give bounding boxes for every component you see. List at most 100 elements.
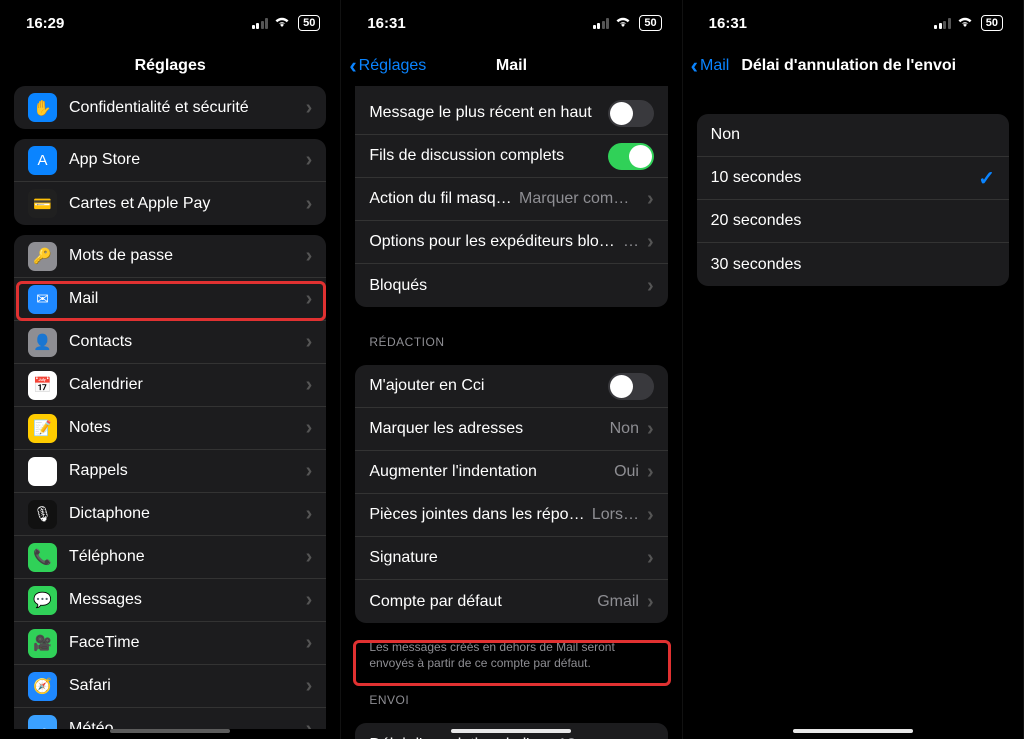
chevron-right-icon: ›: [306, 633, 313, 653]
row-detail: Lors…: [592, 506, 639, 524]
settings-row[interactable]: 💳 Cartes et Apple Pay ›: [14, 182, 326, 225]
row-label: Météo: [69, 720, 298, 729]
settings-row[interactable]: Bloqués ›: [355, 264, 667, 307]
app-icon: 📝: [28, 414, 57, 443]
back-button[interactable]: ‹ Réglages: [349, 55, 426, 77]
settings-row[interactable]: ✉Mail›: [14, 278, 326, 321]
row-label: Compte par défaut: [369, 593, 591, 611]
row-label: App Store: [69, 151, 298, 169]
settings-row[interactable]: 📅Calendrier›: [14, 364, 326, 407]
chevron-right-icon: ›: [306, 504, 313, 524]
row-label: Téléphone: [69, 548, 298, 566]
app-icon: 🎥: [28, 629, 57, 658]
chevron-right-icon: ›: [306, 150, 313, 170]
settings-row[interactable]: 🎥FaceTime›: [14, 622, 326, 665]
chevron-right-icon: ›: [306, 418, 313, 438]
chevron-right-icon: ›: [306, 246, 313, 266]
chevron-right-icon: ›: [647, 462, 654, 482]
cellular-icon: [934, 18, 951, 29]
settings-row[interactable]: Signature›: [355, 537, 667, 580]
settings-group-privacy: ✋Confidentialité et sécurité›: [14, 86, 326, 129]
settings-row[interactable]: Pièces jointes dans les réponsesLors…›: [355, 494, 667, 537]
home-indicator[interactable]: [793, 729, 913, 733]
battery-indicator: 50: [981, 15, 1003, 31]
back-button[interactable]: ‹ Mail: [691, 55, 730, 77]
chevron-right-icon: ›: [306, 676, 313, 696]
row-label: Marquer les adresses: [369, 420, 603, 438]
settings-row[interactable]: AApp Store›: [14, 139, 326, 182]
settings-row[interactable]: 🔑Mots de passe›: [14, 235, 326, 278]
option-label: Non: [711, 126, 995, 144]
chevron-left-icon: ‹: [349, 55, 356, 77]
option-row[interactable]: 20 secondes: [697, 200, 1009, 243]
row-label: Bloqués: [369, 277, 639, 295]
settings-row[interactable]: ☑ Rappels ›: [14, 450, 326, 493]
option-row[interactable]: 10 secondes✓: [697, 157, 1009, 200]
row-detail: …: [623, 233, 639, 251]
chevron-right-icon: ›: [647, 505, 654, 525]
mail-composition-group: M'ajouter en Cci Marquer les adresses Non ›…: [355, 365, 667, 623]
status-time: 16:31: [367, 15, 405, 32]
app-icon: ☑: [28, 457, 57, 486]
row-detail: Marquer comme lu: [519, 190, 639, 208]
row-label: Fils de discussion complets: [369, 147, 607, 165]
nav-bar: ‹ Réglages Mail: [341, 46, 681, 86]
status-indicators: 50: [593, 15, 662, 31]
settings-row[interactable]: 📝 Notes ›: [14, 407, 326, 450]
settings-row[interactable]: ✋Confidentialité et sécurité›: [14, 86, 326, 129]
status-indicators: 50: [934, 15, 1003, 31]
settings-row[interactable]: Marquer les adressesNon›: [355, 408, 667, 451]
option-row[interactable]: 30 secondes: [697, 243, 1009, 286]
chevron-right-icon: ›: [647, 276, 654, 296]
chevron-right-icon: ›: [647, 189, 654, 209]
row-detail: Non: [610, 420, 639, 438]
option-row[interactable]: Non: [697, 114, 1009, 157]
row-label: Rappels: [69, 462, 298, 480]
settings-row[interactable]: ☁Météo›: [14, 708, 326, 729]
row-label: Notes: [69, 419, 298, 437]
nav-bar: ‹ Mail Délai d'annulation de l'envoi: [683, 46, 1023, 86]
settings-row[interactable]: Options pour les expéditeurs bloqués…›: [355, 221, 667, 264]
status-bar: 16:29 50: [0, 0, 340, 46]
settings-row[interactable]: Fils de discussion complets: [355, 135, 667, 178]
settings-row[interactable]: M'ajouter en Cci: [355, 365, 667, 408]
settings-row[interactable]: Action du fil masqué Marquer comme lu ›: [355, 178, 667, 221]
wifi-icon: [615, 16, 631, 30]
row-label: Confidentialité et sécurité: [69, 99, 298, 117]
toggle-switch[interactable]: [608, 100, 654, 127]
row-label: Action du fil masqué: [369, 190, 513, 208]
chevron-right-icon: ›: [647, 735, 654, 739]
toggle-switch[interactable]: [608, 373, 654, 400]
chevron-right-icon: ›: [306, 461, 313, 481]
settings-row[interactable]: 💬Messages›: [14, 579, 326, 622]
settings-row[interactable]: 👤Contacts›: [14, 321, 326, 364]
settings-row[interactable]: Message le plus récent en haut: [355, 92, 667, 135]
cellular-icon: [593, 18, 610, 29]
settings-group-apps: 🔑Mots de passe›✉Mail›👤Contacts›📅Calendri…: [14, 235, 326, 729]
back-label: Réglages: [359, 57, 427, 75]
row-label: Mail: [69, 290, 298, 308]
settings-row[interactable]: 🧭Safari›: [14, 665, 326, 708]
settings-row[interactable]: 🎙Dictaphone›: [14, 493, 326, 536]
chevron-right-icon: ›: [647, 232, 654, 252]
status-bar: 16:31 50: [683, 0, 1023, 46]
settings-row[interactable]: Compte par défautGmail›: [355, 580, 667, 623]
app-icon: 💬: [28, 586, 57, 615]
mail-settings-screen: 16:31 50 ‹ Réglages Mail Message le plus…: [341, 0, 682, 739]
app-icon: 👤: [28, 328, 57, 357]
settings-row[interactable]: Augmenter l'indentationOui›: [355, 451, 667, 494]
chevron-right-icon: ›: [647, 592, 654, 612]
chevron-right-icon: ›: [306, 98, 313, 118]
home-indicator[interactable]: [110, 729, 230, 733]
chevron-right-icon: ›: [306, 194, 313, 214]
app-icon: 🧭: [28, 672, 57, 701]
page-title: Mail: [496, 57, 527, 75]
settings-row[interactable]: 📞Téléphone›: [14, 536, 326, 579]
option-label: 20 secondes: [711, 212, 995, 230]
toggle-switch[interactable]: [608, 143, 654, 170]
app-icon: 💳: [28, 189, 57, 218]
status-bar: 16:31 50: [341, 0, 681, 46]
status-indicators: 50: [252, 15, 321, 31]
row-label: Cartes et Apple Pay: [69, 195, 298, 213]
home-indicator[interactable]: [451, 729, 571, 733]
